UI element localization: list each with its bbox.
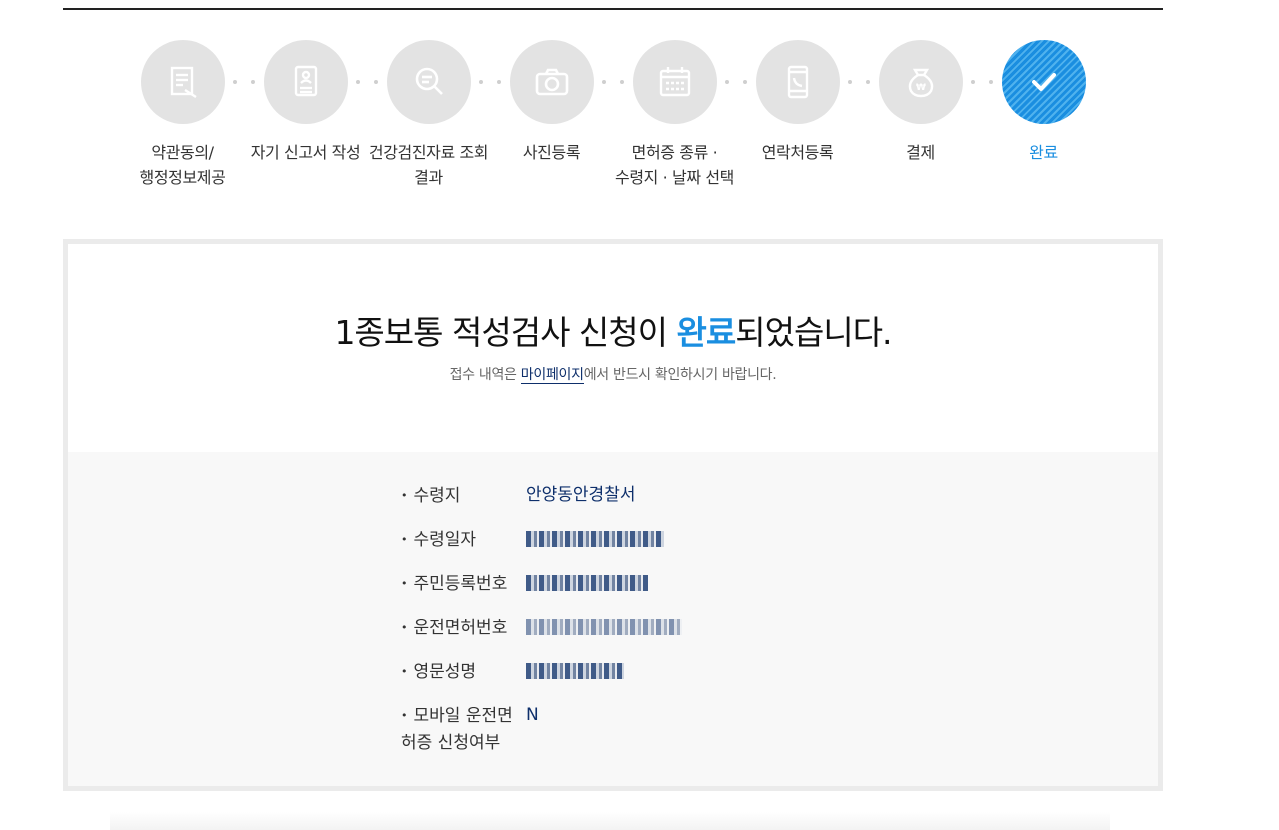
step-payment: ₩ 결제 xyxy=(859,40,982,165)
step-health-check: 건강검진자료 조회 결과 xyxy=(367,40,490,190)
phone-icon xyxy=(755,40,840,124)
mypage-link[interactable]: 마이페이지 xyxy=(520,367,584,384)
step-terms-agreement: 약관동의/ 행정정보제공 xyxy=(121,40,244,190)
footer-shadow xyxy=(110,812,1110,830)
step-contact: 연락처등록 xyxy=(736,40,859,165)
info-label: 수령지 xyxy=(401,482,526,510)
step-label: 면허증 종류 · 수령지 · 날짜 선택 xyxy=(615,143,734,187)
title-highlight: 완료 xyxy=(676,313,737,352)
masked-text xyxy=(526,619,682,635)
subtitle-text: 접수 내역은 xyxy=(449,367,521,383)
calendar-icon xyxy=(632,40,717,124)
document-edit-icon xyxy=(140,40,225,124)
masked-text xyxy=(526,575,648,591)
search-icon xyxy=(386,40,471,124)
subtitle-text: 에서 반드시 확인하시기 바랍니다. xyxy=(583,367,777,383)
top-divider xyxy=(63,8,1163,10)
info-value: N xyxy=(526,705,539,725)
title-text: 되었습니다. xyxy=(735,313,892,352)
step-label: 자기 신고서 작성 xyxy=(250,143,361,162)
money-bag-icon: ₩ xyxy=(878,40,963,124)
step-label: 약관동의/ 행정정보제공 xyxy=(139,143,226,187)
person-document-icon xyxy=(263,40,348,124)
masked-text xyxy=(526,663,624,679)
masked-text xyxy=(526,531,664,547)
step-label: 결제 xyxy=(906,143,935,162)
completion-panel: 1종보통 적성검사 신청이 완료되었습니다. 접수 내역은 마이페이지에서 반드… xyxy=(63,239,1163,791)
step-label: 건강검진자료 조회 결과 xyxy=(368,143,489,187)
completion-subtitle: 접수 내역은 마이페이지에서 반드시 확인하시기 바랍니다. xyxy=(68,364,1158,384)
info-value-masked xyxy=(526,614,682,641)
step-self-report: 자기 신고서 작성 xyxy=(244,40,367,165)
info-label: 주민등록번호 xyxy=(401,570,526,598)
info-label: 수령일자 xyxy=(401,526,526,554)
title-text: 1종보통 적성검사 신청이 xyxy=(334,313,677,352)
info-label: 영문성명 xyxy=(401,658,526,686)
info-value-masked xyxy=(526,570,648,597)
step-license-type: 면허증 종류 · 수령지 · 날짜 선택 xyxy=(613,40,736,190)
step-label: 완료 xyxy=(1029,143,1058,162)
info-label: 운전면허번호 xyxy=(401,614,526,642)
info-value-masked xyxy=(526,658,624,685)
step-complete: 완료 xyxy=(982,40,1105,165)
step-photo: 사진등록 xyxy=(490,40,613,165)
completion-title: 1종보통 적성검사 신청이 완료되었습니다. xyxy=(68,306,1158,354)
info-value-masked xyxy=(526,526,664,553)
camera-icon xyxy=(509,40,594,124)
info-label: 모바일 운전면허증 신청여부 xyxy=(401,702,521,757)
step-label: 연락처등록 xyxy=(761,143,834,162)
info-value: 안양동안경찰서 xyxy=(526,485,636,505)
progress-steps: 약관동의/ 행정정보제공 자기 신고서 작성 건강검진자료 조회 결과 사진등록… xyxy=(0,40,1279,200)
application-info: 수령지 안양동안경찰서 수령일자 주민등록번호 운전면허번호 영문성명 모바일 … xyxy=(68,452,1158,786)
check-icon xyxy=(1001,40,1086,124)
svg-text:₩: ₩ xyxy=(916,83,926,93)
step-label: 사진등록 xyxy=(522,143,581,162)
